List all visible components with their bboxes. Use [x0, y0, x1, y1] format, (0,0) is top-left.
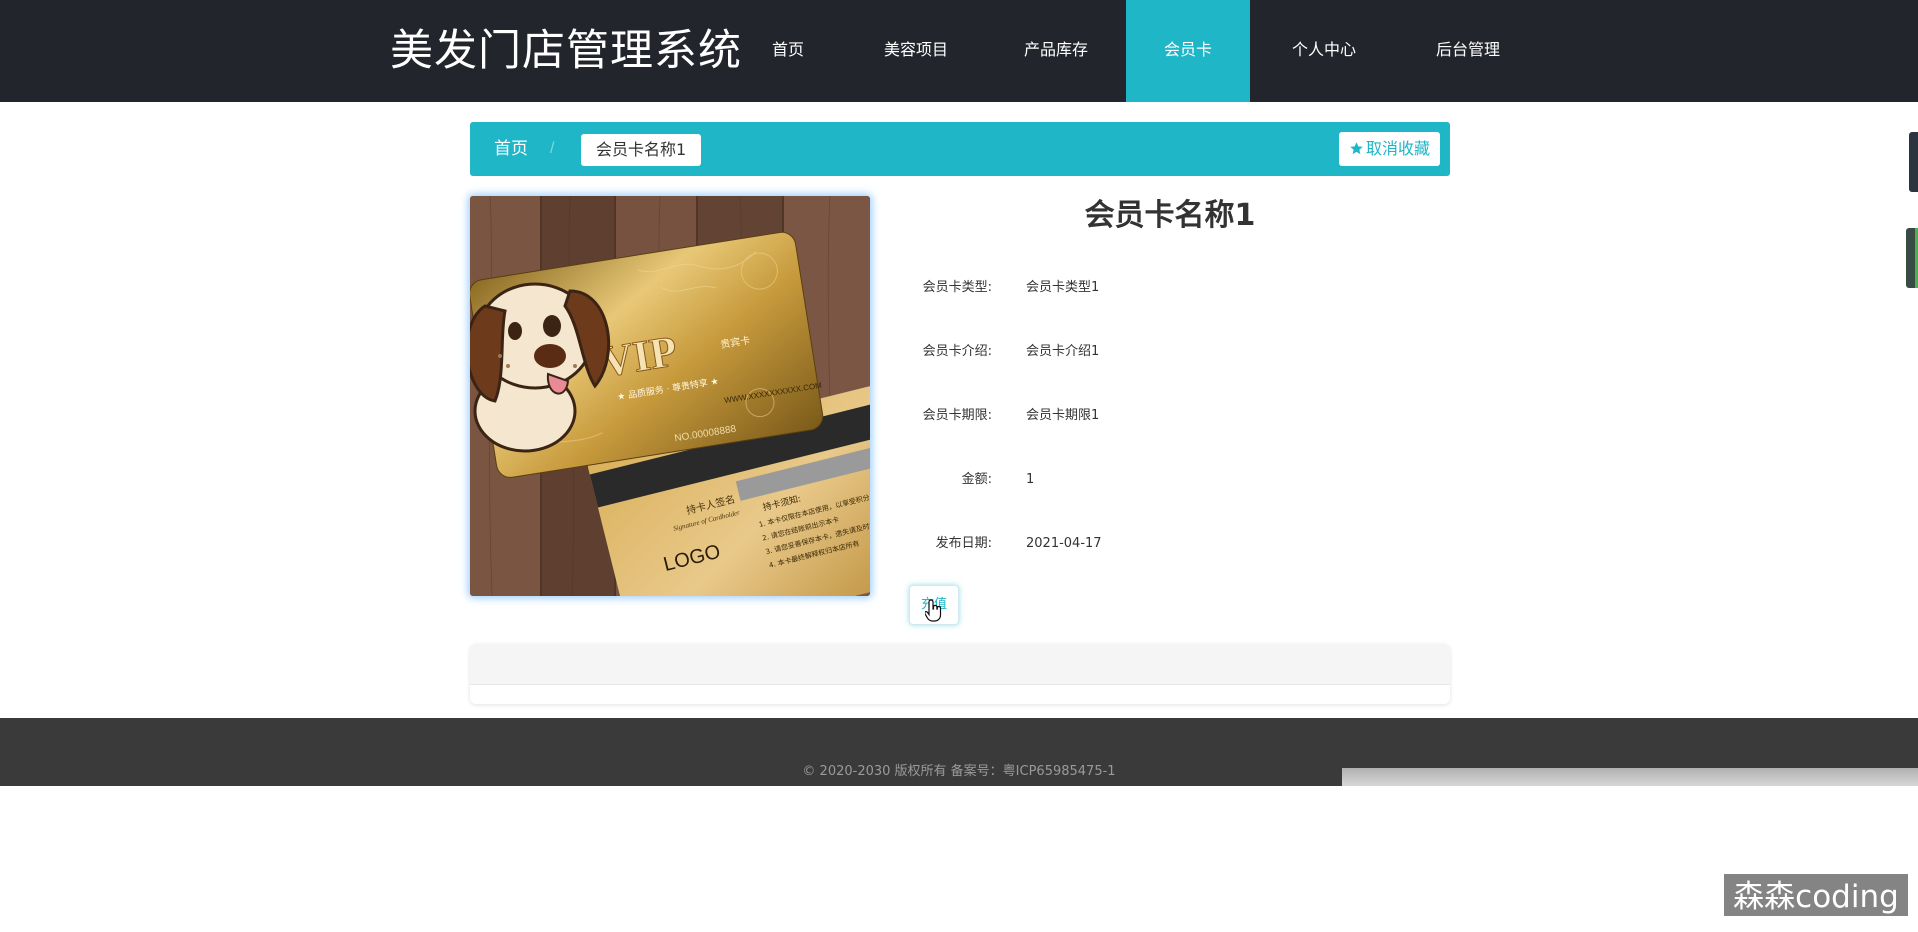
breadcrumb-home-link[interactable]: 首页 [494, 122, 528, 176]
nav-item-admin[interactable]: 后台管理 [1420, 0, 1516, 102]
breadcrumb-separator: / [550, 140, 555, 157]
comment-panel-header [470, 644, 1450, 685]
nav-item-personal-center[interactable]: 个人中心 [1276, 0, 1372, 102]
vip-card-illustration: 持卡人签名 Signature of Cardholder LOGO 持卡须知:… [470, 196, 870, 596]
detail-title: 会员卡名称1 [1084, 198, 1256, 233]
breadcrumb-current: 会员卡名称1 [581, 134, 702, 166]
field-label-card-term: 会员卡期限: [922, 408, 992, 423]
breadcrumb: 首页 / 会员卡名称1 取消收藏 [470, 122, 1450, 176]
watermark-label: 森森coding [1724, 874, 1908, 916]
membership-card-image: 持卡人签名 Signature of Cardholder LOGO 持卡须知:… [470, 196, 870, 596]
field-value-card-term: 会员卡期限1 [1026, 408, 1100, 423]
field-value-amount: 1 [1026, 472, 1035, 487]
side-tool-widget[interactable] [1909, 132, 1918, 192]
nav-item-home[interactable]: 首页 [756, 0, 820, 102]
field-value-card-type: 会员卡类型1 [1026, 280, 1100, 295]
field-label-publish-date: 发布日期: [935, 536, 992, 551]
star-icon [1350, 142, 1363, 155]
side-status-widget[interactable] [1906, 228, 1918, 288]
field-label-amount: 金额: [961, 472, 992, 487]
nav-item-beauty-projects[interactable]: 美容项目 [868, 0, 964, 102]
nav-item-membership-card[interactable]: 会员卡 [1126, 0, 1250, 102]
unfavorite-button-label: 取消收藏 [1365, 139, 1430, 158]
site-title: 美发门店管理系统 [390, 26, 742, 76]
footer-fade-overlay [1342, 768, 1918, 804]
nav-item-product-inventory[interactable]: 产品库存 [1008, 0, 1104, 102]
hand-cursor-icon [925, 599, 942, 622]
field-value-publish-date: 2021-04-17 [1026, 536, 1102, 551]
top-navbar: 美发门店管理系统 首页 美容项目 产品库存 会员卡 个人中心 后台管理 [0, 0, 1918, 102]
field-value-card-intro: 会员卡介绍1 [1026, 344, 1100, 359]
field-label-card-type: 会员卡类型: [922, 280, 992, 295]
unfavorite-button[interactable]: 取消收藏 [1338, 132, 1440, 166]
field-label-card-intro: 会员卡介绍: [922, 344, 992, 359]
comment-panel [470, 644, 1450, 704]
